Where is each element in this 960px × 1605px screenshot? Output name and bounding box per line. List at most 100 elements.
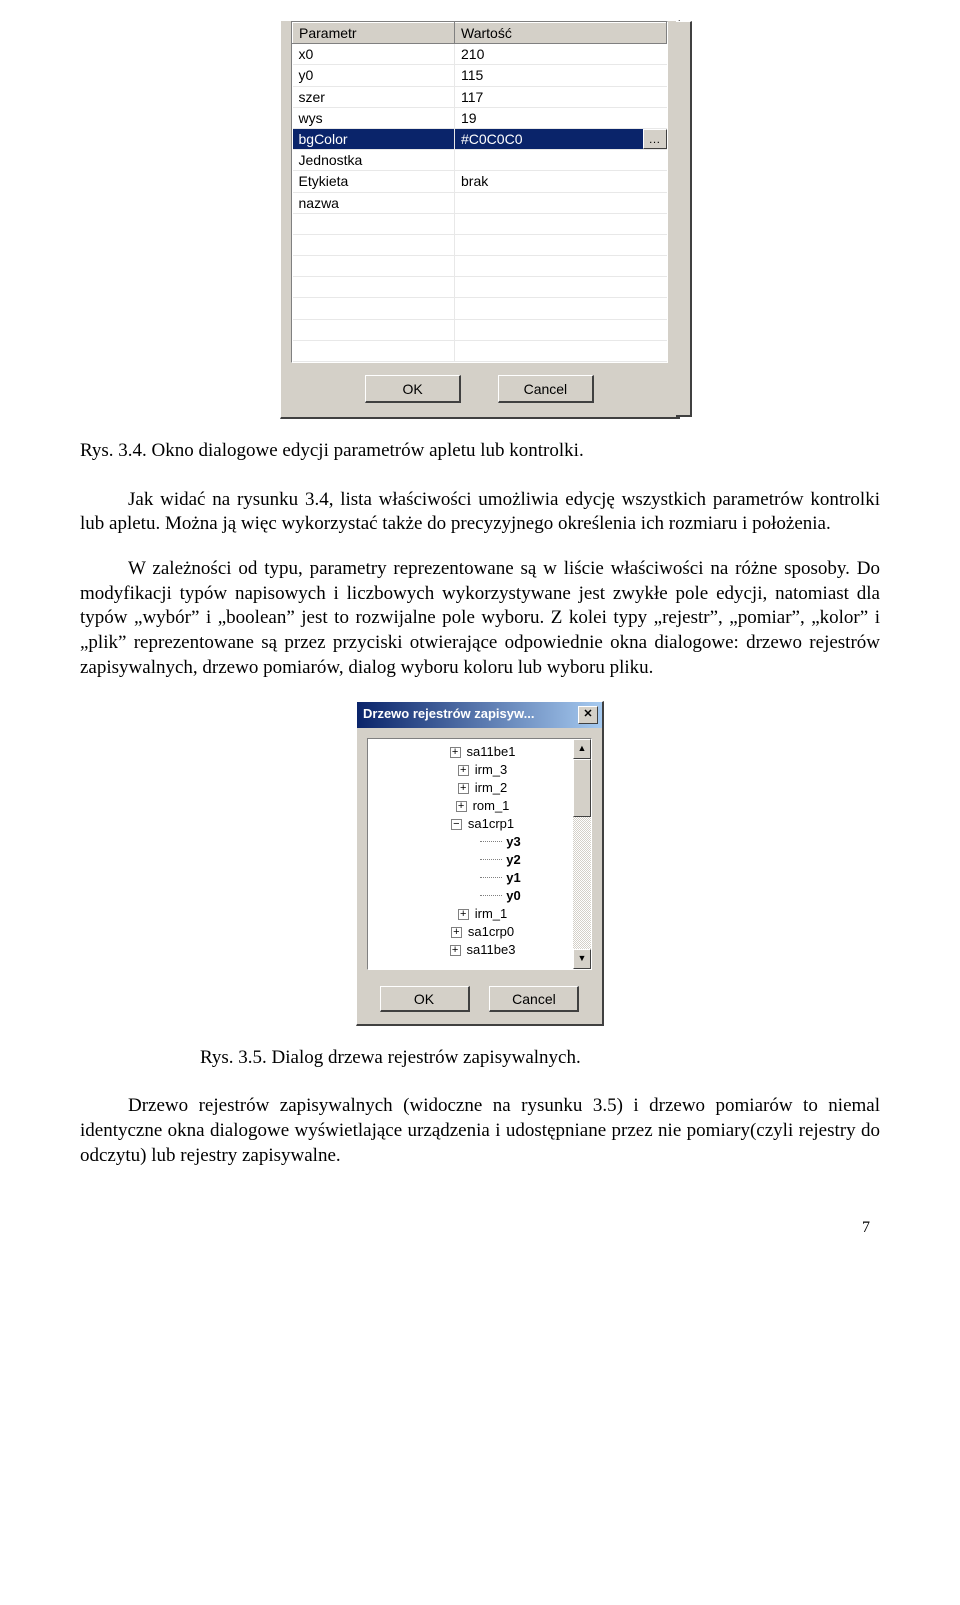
param-cell: Etykieta <box>293 171 455 192</box>
dialog-title: Drzewo rejestrów zapisyw... <box>363 706 534 723</box>
ok-button[interactable]: OK <box>365 375 461 403</box>
scroll-thumb[interactable] <box>573 759 591 817</box>
scroll-up-button[interactable]: ▲ <box>573 739 591 759</box>
dialog-button-row: OK Cancel <box>281 363 678 417</box>
tree-child-item[interactable]: y2 <box>370 851 591 869</box>
table-row <box>293 319 667 340</box>
table-row <box>293 213 667 234</box>
value-cell <box>455 192 667 213</box>
param-cell: Jednostka <box>293 150 455 171</box>
expand-icon[interactable] <box>458 765 469 776</box>
param-cell <box>293 277 455 298</box>
table-row[interactable]: szer117 <box>293 86 667 107</box>
param-cell <box>293 340 455 361</box>
value-cell: 210 <box>455 44 667 65</box>
param-cell: bgColor <box>293 128 455 149</box>
tree-branch-line <box>480 841 502 842</box>
tree-dialog: Drzewo rejestrów zapisyw... ✕ sa11be1 irm… <box>356 701 604 1026</box>
param-cell <box>293 298 455 319</box>
tree-branch-line <box>480 859 502 860</box>
page-number: 7 <box>80 1188 880 1239</box>
tree-item[interactable]: sa1crp0 <box>370 923 591 941</box>
tree-branch-line <box>480 895 502 896</box>
figure-3-5-caption: Rys. 3.5. Dialog drzewa rejestrów zapisy… <box>200 1046 880 1071</box>
value-cell: 117 <box>455 86 667 107</box>
table-row <box>293 256 667 277</box>
param-cell <box>293 213 455 234</box>
titlebar[interactable]: Drzewo rejestrów zapisyw... ✕ <box>357 702 602 728</box>
dialog-scrollbar-edge <box>676 21 692 417</box>
table-row <box>293 340 667 361</box>
scroll-down-button[interactable]: ▼ <box>573 949 591 969</box>
param-cell <box>293 234 455 255</box>
value-cell <box>455 213 667 234</box>
tree-item[interactable]: sa11be1 <box>370 743 591 761</box>
col-header-value[interactable]: Wartość <box>455 23 667 44</box>
table-row[interactable]: Etykietabrak <box>293 171 667 192</box>
tree-item-label: irm_3 <box>475 762 508 777</box>
paragraph-2: W zależności od typu, parametry reprezen… <box>80 557 880 680</box>
scroll-track[interactable] <box>573 759 591 949</box>
figure-3-4-wrapper: Parametr Wartość x0210y0115szer117wys19b… <box>80 20 880 419</box>
expand-icon[interactable] <box>458 783 469 794</box>
expand-icon[interactable] <box>458 909 469 920</box>
cancel-button[interactable]: Cancel <box>489 986 579 1012</box>
param-cell: wys <box>293 107 455 128</box>
ok-button[interactable]: OK <box>380 986 470 1012</box>
param-cell: y0 <box>293 65 455 86</box>
tree-item-label: sa11be1 <box>467 744 516 759</box>
tree-item[interactable]: irm_3 <box>370 761 591 779</box>
value-cell: 115 <box>455 65 667 86</box>
tree-item-label: irm_2 <box>475 780 508 795</box>
param-cell: nazwa <box>293 192 455 213</box>
tree-item-label: y0 <box>506 888 520 903</box>
expand-icon[interactable] <box>456 801 467 812</box>
tree-view[interactable]: sa11be1 irm_3 irm_2 rom_1 sa1crp1 y3 y2y1 y0 irm… <box>368 739 591 963</box>
expand-icon[interactable] <box>450 747 461 758</box>
param-cell <box>293 256 455 277</box>
table-row[interactable]: nazwa <box>293 192 667 213</box>
tree-item[interactable]: irm_1 <box>370 905 591 923</box>
tree-child-item[interactable]: y0 <box>370 887 591 905</box>
table-row <box>293 234 667 255</box>
tree-item[interactable]: irm_2 <box>370 779 591 797</box>
expand-icon[interactable] <box>450 945 461 956</box>
value-cell <box>455 256 667 277</box>
figure-3-4-caption: Rys. 3.4. Okno dialogowe edycji parametr… <box>80 439 880 464</box>
value-cell <box>455 340 667 361</box>
tree-child-item[interactable]: y3 <box>370 833 591 851</box>
properties-table-wrap: Parametr Wartość x0210y0115szer117wys19b… <box>291 21 668 363</box>
table-row[interactable]: x0210 <box>293 44 667 65</box>
cancel-button[interactable]: Cancel <box>498 375 594 403</box>
col-header-param[interactable]: Parametr <box>293 23 455 44</box>
tree-item[interactable]: rom_1 <box>370 797 591 815</box>
tree-item[interactable]: sa11be3 <box>370 941 591 959</box>
tree-item[interactable]: sa1crp1 <box>370 815 591 833</box>
table-row[interactable]: y0115 <box>293 65 667 86</box>
tree-wrap: sa11be1 irm_3 irm_2 rom_1 sa1crp1 y3 y2y1 y0 irm… <box>367 738 592 970</box>
tree-item-label: rom_1 <box>473 798 510 813</box>
value-cell: 19 <box>455 107 667 128</box>
value-cell <box>455 298 667 319</box>
figure-3-5-wrapper: Drzewo rejestrów zapisyw... ✕ sa11be1 irm… <box>80 701 880 1026</box>
paragraph-1: Jak widać na rysunku 3.4, lista właściwo… <box>80 488 880 537</box>
expand-icon[interactable] <box>451 927 462 938</box>
value-cell <box>455 319 667 340</box>
close-button[interactable]: ✕ <box>578 706 598 724</box>
tree-item-label: sa1crp0 <box>468 924 514 939</box>
value-cell <box>455 150 667 171</box>
table-row[interactable]: bgColor#C0C0C0… <box>293 128 667 149</box>
collapse-icon[interactable] <box>451 819 462 830</box>
table-row[interactable]: Jednostka <box>293 150 667 171</box>
value-cell <box>455 277 667 298</box>
tree-child-item[interactable]: y1 <box>370 869 591 887</box>
tree-item-label: y1 <box>506 870 520 885</box>
tree-branch-line <box>480 877 502 878</box>
ellipsis-button[interactable]: … <box>643 129 667 149</box>
value-cell <box>455 234 667 255</box>
properties-dialog: Parametr Wartość x0210y0115szer117wys19b… <box>280 20 680 419</box>
table-row[interactable]: wys19 <box>293 107 667 128</box>
tree-item-label: sa1crp1 <box>468 816 514 831</box>
tree-item-label: y3 <box>506 834 520 849</box>
tree-scrollbar[interactable]: ▲ ▼ <box>573 739 591 969</box>
